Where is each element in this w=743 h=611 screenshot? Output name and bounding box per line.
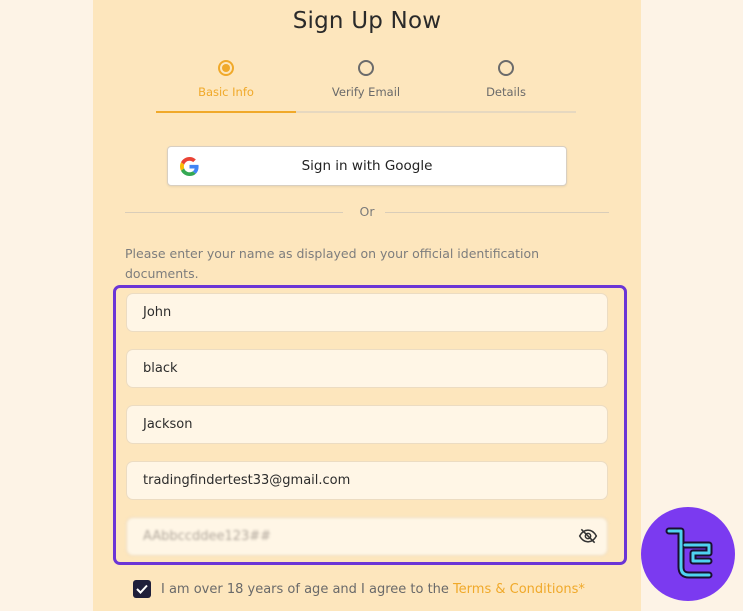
or-divider: Or: [125, 203, 609, 223]
step-verify-email[interactable]: Verify Email: [296, 60, 436, 99]
step-radio-icon: [218, 60, 234, 76]
google-button-label: Sign in with Google: [301, 158, 433, 174]
tf-logo-icon: [665, 527, 713, 579]
name-hint-text: Please enter your name as displayed on y…: [125, 246, 540, 281]
email-field[interactable]: tradingfindertest33@gmail.com: [126, 461, 608, 500]
step-label: Details: [486, 85, 526, 99]
divider-line: [385, 212, 609, 213]
agree-checkbox[interactable]: [133, 580, 151, 598]
signup-card: Sign Up Now Basic Info Verify Email Deta…: [93, 0, 641, 611]
signup-stepper: Basic Info Verify Email Details: [156, 60, 576, 116]
password-field[interactable]: AAbbccddee123##: [126, 517, 608, 556]
eye-slash-icon[interactable]: [578, 528, 598, 544]
step-progress-track: [296, 111, 576, 113]
step-label: Basic Info: [198, 85, 254, 99]
step-basic-info[interactable]: Basic Info: [156, 60, 296, 99]
age-terms-agreement: I am over 18 years of age and I agree to…: [133, 578, 585, 600]
step-label: Verify Email: [331, 85, 401, 99]
step-progress-active: [156, 111, 296, 113]
middle-name-field[interactable]: black: [126, 349, 608, 388]
first-name-field[interactable]: John: [126, 293, 608, 332]
google-signin-button[interactable]: Sign in with Google: [167, 146, 567, 186]
tf-logo-badge: [641, 507, 735, 601]
terms-link[interactable]: Terms & Conditions*: [453, 582, 585, 597]
agree-text: I am over 18 years of age and I agree to…: [161, 581, 449, 597]
step-radio-icon: [498, 60, 514, 76]
google-g-icon: [180, 157, 199, 176]
page-title: Sign Up Now: [292, 8, 442, 34]
last-name-field[interactable]: Jackson: [126, 405, 608, 444]
step-details[interactable]: Details: [436, 60, 576, 99]
checkmark-icon: [136, 584, 148, 594]
step-radio-icon: [358, 60, 374, 76]
